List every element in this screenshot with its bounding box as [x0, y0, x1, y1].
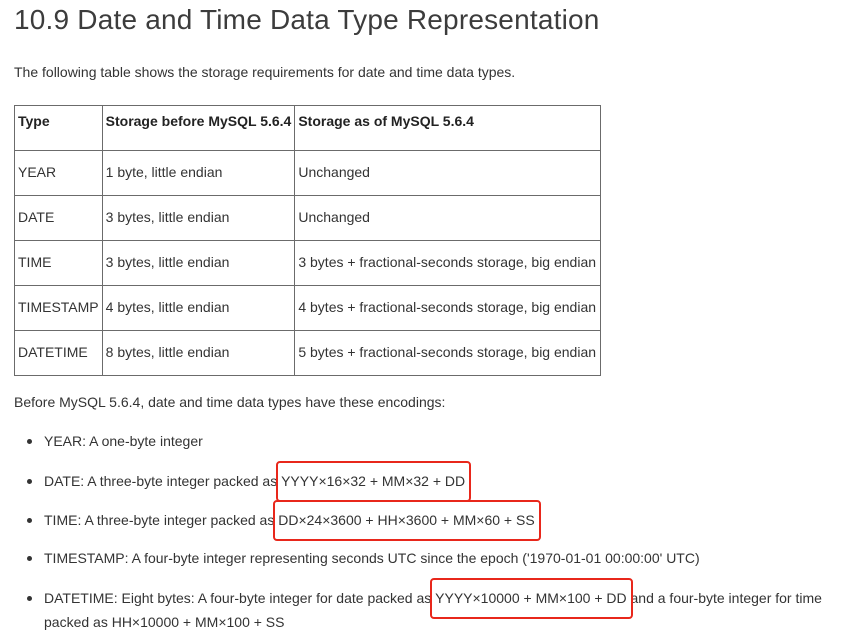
bullet-icon: [27, 439, 32, 444]
list-item-datetime: DATETIME: Eight bytes: A four-byte integ…: [27, 578, 822, 619]
time-formula-highlight: DD×24×3600 + HH×3600 + MM×60 + SS: [273, 500, 542, 541]
datetime-encoding-prefix: DATETIME: Eight bytes: A four-byte integ…: [44, 590, 432, 606]
documentation-page: 10.9 Date and Time Data Type Representat…: [0, 0, 864, 644]
storage-requirements-table: Type Storage before MySQL 5.6.4 Storage …: [14, 105, 602, 376]
bullet-icon: [27, 518, 32, 523]
cell-storage-as-of: 5 bytes + fractional-seconds storage, bi…: [294, 330, 602, 376]
cell-storage-as-of: 4 bytes + fractional-seconds storage, bi…: [294, 285, 602, 331]
bullet-icon: [27, 596, 32, 601]
time-formula: DD×24×3600 + HH×3600 + MM×60 + SS: [278, 512, 535, 528]
cell-storage-before: 3 bytes, little endian: [101, 240, 296, 286]
list-item-time: TIME: A three-byte integer packed as DD×…: [27, 500, 542, 541]
list-item-date: DATE: A three-byte integer packed as YYY…: [27, 461, 472, 502]
cell-storage-as-of: 3 bytes + fractional-seconds storage, bi…: [294, 240, 602, 286]
list-item-year: YEAR: A one-byte integer: [27, 431, 203, 451]
cell-type: YEAR: [14, 150, 103, 196]
cell-storage-before: 3 bytes, little endian: [101, 195, 296, 241]
datetime-encoding-suffix: and a four-byte integer for time: [630, 590, 822, 606]
datetime-formula-highlight: YYYY×10000 + MM×100 + DD: [430, 578, 634, 619]
table-row: TIME 3 bytes, little endian 3 bytes + fr…: [14, 240, 602, 286]
table-row: YEAR 1 byte, little endian Unchanged: [14, 150, 602, 196]
list-item-timestamp: TIMESTAMP: A four-byte integer represent…: [27, 548, 700, 568]
table-row: TIMESTAMP 4 bytes, little endian 4 bytes…: [14, 285, 602, 331]
cell-type: DATETIME: [14, 330, 103, 376]
year-encoding-text: YEAR: A one-byte integer: [44, 433, 203, 449]
cell-type: TIMESTAMP: [14, 285, 103, 331]
datetime-formula: YYYY×10000 + MM×100 + DD: [435, 590, 627, 606]
table-row: DATE 3 bytes, little endian Unchanged: [14, 195, 602, 241]
header-storage-as-of: Storage as of MySQL 5.6.4: [294, 105, 602, 151]
cell-storage-before: 1 byte, little endian: [101, 150, 296, 196]
header-storage-before: Storage before MySQL 5.6.4: [101, 105, 296, 151]
table-row: DATETIME 8 bytes, little endian 5 bytes …: [14, 330, 602, 376]
bullet-icon: [27, 556, 32, 561]
header-type: Type: [14, 105, 103, 151]
date-formula: YYYY×16×32 + MM×32 + DD: [281, 473, 466, 489]
encodings-intro: Before MySQL 5.6.4, date and time data t…: [14, 394, 446, 410]
intro-paragraph: The following table shows the storage re…: [14, 64, 516, 80]
time-encoding-prefix: TIME: A three-byte integer packed as: [44, 512, 275, 528]
cell-storage-as-of: Unchanged: [294, 150, 602, 196]
date-formula-highlight: YYYY×16×32 + MM×32 + DD: [276, 461, 472, 502]
datetime-encoding-continuation: packed as HH×10000 + MM×100 + SS: [44, 614, 285, 630]
cell-type: TIME: [14, 240, 103, 286]
date-encoding-prefix: DATE: A three-byte integer packed as: [44, 473, 278, 489]
bullet-icon: [27, 479, 32, 484]
cell-storage-before: 8 bytes, little endian: [101, 330, 296, 376]
cell-storage-as-of: Unchanged: [294, 195, 602, 241]
cell-type: DATE: [14, 195, 103, 241]
timestamp-encoding-text: TIMESTAMP: A four-byte integer represent…: [44, 550, 700, 566]
table-header-row: Type Storage before MySQL 5.6.4 Storage …: [14, 105, 602, 151]
cell-storage-before: 4 bytes, little endian: [101, 285, 296, 331]
page-title: 10.9 Date and Time Data Type Representat…: [14, 4, 600, 35]
